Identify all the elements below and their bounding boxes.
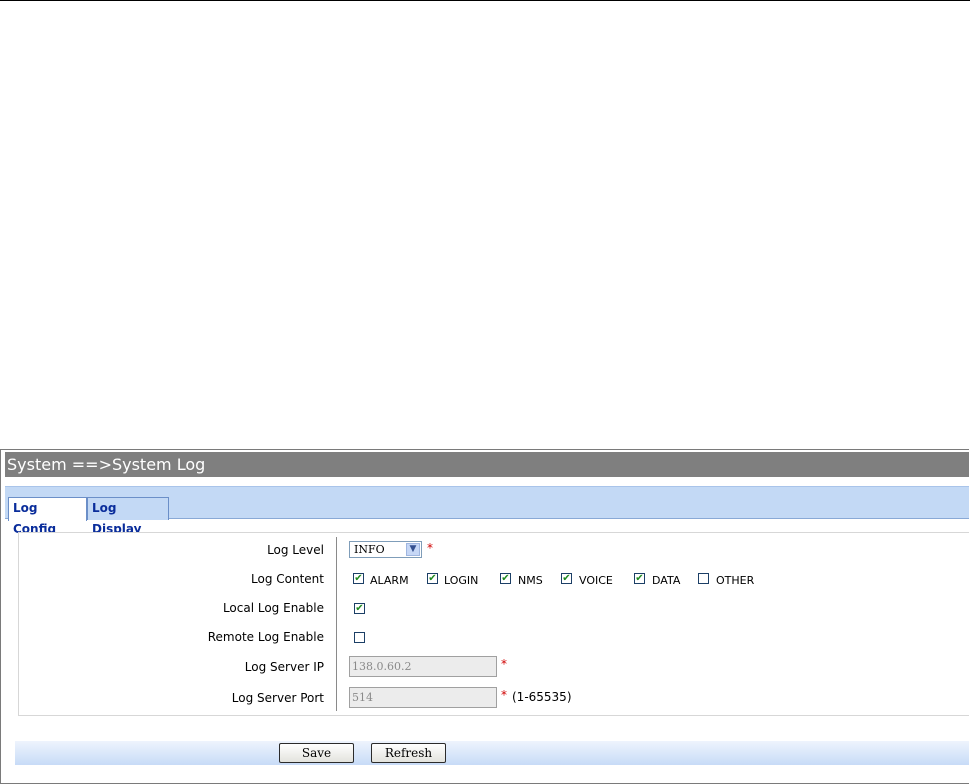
- log-server-ip-required-mark: *: [501, 657, 507, 671]
- checkmark-icon: ✔: [355, 603, 364, 614]
- tab-log-display[interactable]: Log Display: [87, 497, 169, 536]
- log-server-port-label: Log Server Port: [231, 691, 324, 705]
- data-checkbox-label: DATA: [652, 574, 681, 587]
- refresh-button[interactable]: Refresh: [371, 743, 446, 763]
- checkmark-icon: ✔: [562, 573, 571, 584]
- login-checkbox-label: LOGIN: [444, 574, 479, 587]
- log-server-ip-input[interactable]: 138.0.60.2: [349, 656, 497, 677]
- save-button[interactable]: Save: [279, 743, 354, 763]
- top-border-line: [0, 0, 970, 1]
- log-config-form: Log Level INFO ▼ * Log Content ✔ ALARM ✔…: [18, 532, 969, 716]
- log-level-value: INFO: [354, 543, 385, 556]
- form-divider: [336, 537, 337, 711]
- log-content-label: Log Content: [251, 572, 324, 586]
- remote-log-enable-label: Remote Log Enable: [207, 630, 324, 644]
- button-bar: [15, 741, 969, 765]
- remote-log-enable-checkbox[interactable]: [354, 632, 365, 643]
- page-title: System ==>System Log: [5, 452, 969, 477]
- voice-checkbox[interactable]: ✔: [561, 573, 572, 584]
- log-level-label: Log Level: [267, 543, 324, 557]
- tab-log-config[interactable]: Log Config: [8, 497, 87, 536]
- other-checkbox-label: OTHER: [716, 574, 755, 587]
- nms-checkbox-label: NMS: [518, 574, 543, 587]
- log-server-port-input[interactable]: 514: [349, 687, 497, 708]
- other-checkbox[interactable]: [698, 573, 709, 584]
- tab-strip: Log Config Log Display: [5, 486, 969, 536]
- checkmark-icon: ✔: [428, 573, 437, 584]
- log-server-port-range: (1-65535): [512, 690, 572, 704]
- voice-checkbox-label: VOICE: [579, 574, 613, 587]
- system-log-panel: System ==>System Log Log Config Log Disp…: [0, 449, 969, 784]
- log-server-port-required-mark: *: [501, 688, 507, 702]
- log-server-ip-label: Log Server IP: [244, 660, 324, 674]
- alarm-checkbox[interactable]: ✔: [353, 573, 364, 584]
- chevron-down-icon[interactable]: ▼: [406, 543, 420, 556]
- log-level-required-mark: *: [427, 541, 433, 555]
- local-log-enable-checkbox[interactable]: ✔: [354, 603, 365, 614]
- log-level-select[interactable]: INFO ▼: [349, 541, 422, 558]
- nms-checkbox[interactable]: ✔: [500, 573, 511, 584]
- checkmark-icon: ✔: [354, 573, 363, 584]
- data-checkbox[interactable]: ✔: [634, 573, 645, 584]
- checkmark-icon: ✔: [635, 573, 644, 584]
- alarm-checkbox-label: ALARM: [370, 574, 409, 587]
- login-checkbox[interactable]: ✔: [427, 573, 438, 584]
- local-log-enable-label: Local Log Enable: [222, 601, 324, 615]
- checkmark-icon: ✔: [501, 573, 510, 584]
